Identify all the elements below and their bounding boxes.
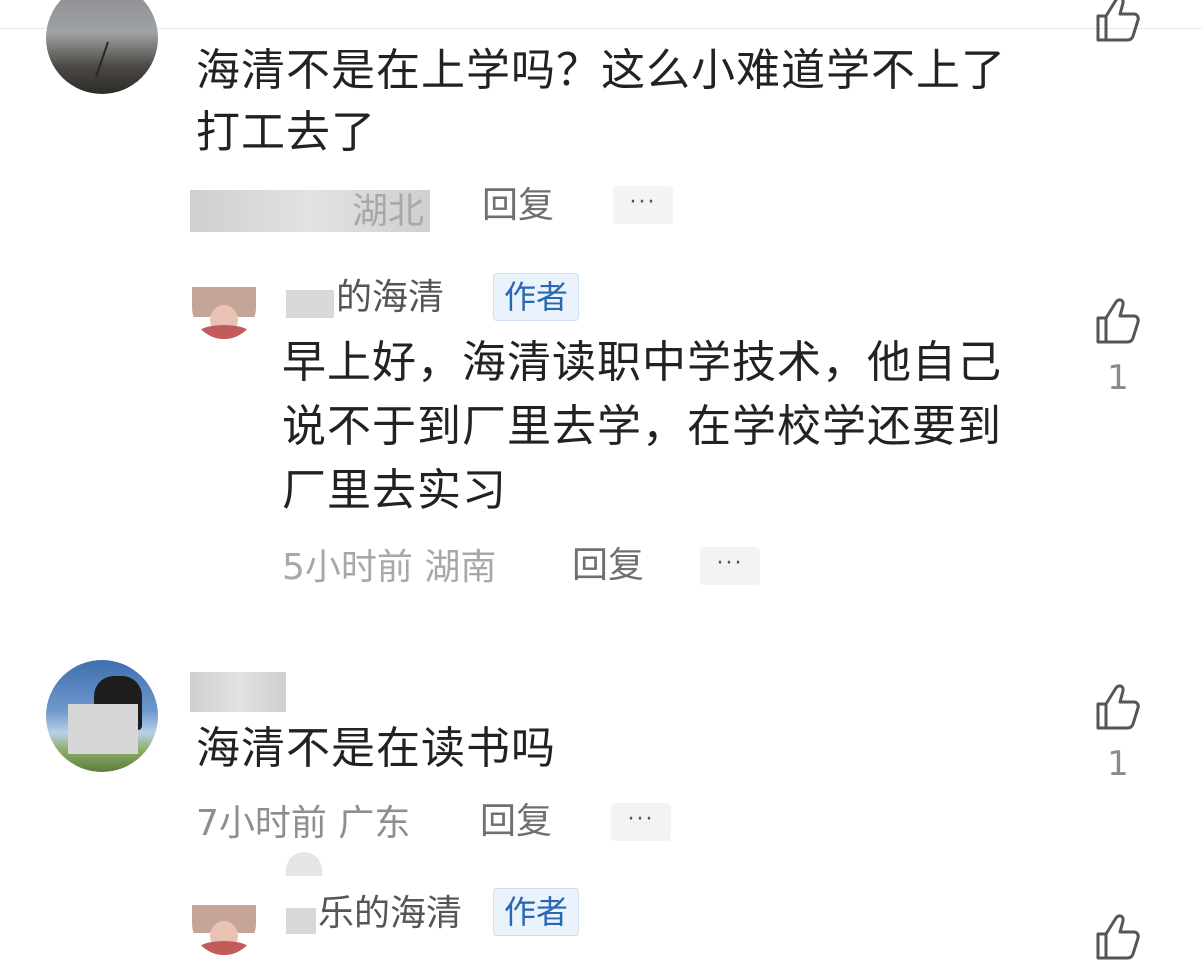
comment-text-line: 海清不是在上学吗？这么小难道学不上了 [196,45,1006,96]
thumbs-up-icon[interactable] [1092,0,1144,44]
reply-button[interactable]: 回复 [480,800,552,844]
comment-text-line: 厂里去实习 [282,465,507,516]
comment-time-location: 7小时前 广东 [196,803,411,844]
reply-button[interactable]: 回复 [572,544,644,588]
reply-button[interactable]: 回复 [482,184,554,228]
collapse-indicator [286,852,322,876]
author-name[interactable]: 的海清 [336,276,444,320]
comment-text-line: 说不于到厂里去学，在学校学还要到 [282,401,1002,452]
author-badge: 作者 [493,888,580,936]
more-options-button[interactable]: ··· [613,186,673,224]
author-badge: 作者 [493,273,580,321]
avatar[interactable] [192,287,256,339]
comment-text-line: 早上好，海清读职中学技术，他自己 [282,337,1002,388]
like-count: 1 [1107,358,1129,398]
thumbs-up-icon[interactable] [1092,680,1144,732]
comment-location: 湖北 [352,191,425,232]
redacted-name [286,290,334,318]
avatar[interactable] [46,660,158,772]
like-count: 1 [1107,744,1129,784]
avatar[interactable] [192,905,256,955]
redacted-username [190,672,286,712]
comment-text: 海清不是在读书吗 [196,723,556,774]
avatar-image [95,41,109,78]
thumbs-up-icon[interactable] [1092,294,1144,346]
comment-time-location: 5小时前 湖南 [282,547,497,588]
redacted-name [286,908,316,934]
thumbs-up-icon[interactable] [1092,910,1144,962]
author-name[interactable]: 乐的海清 [318,892,462,936]
avatar[interactable] [46,0,158,94]
more-options-button[interactable]: ··· [700,547,760,585]
top-divider [0,28,1202,29]
more-options-button[interactable]: ··· [611,803,671,841]
comment-text-line: 打工去了 [196,107,376,158]
